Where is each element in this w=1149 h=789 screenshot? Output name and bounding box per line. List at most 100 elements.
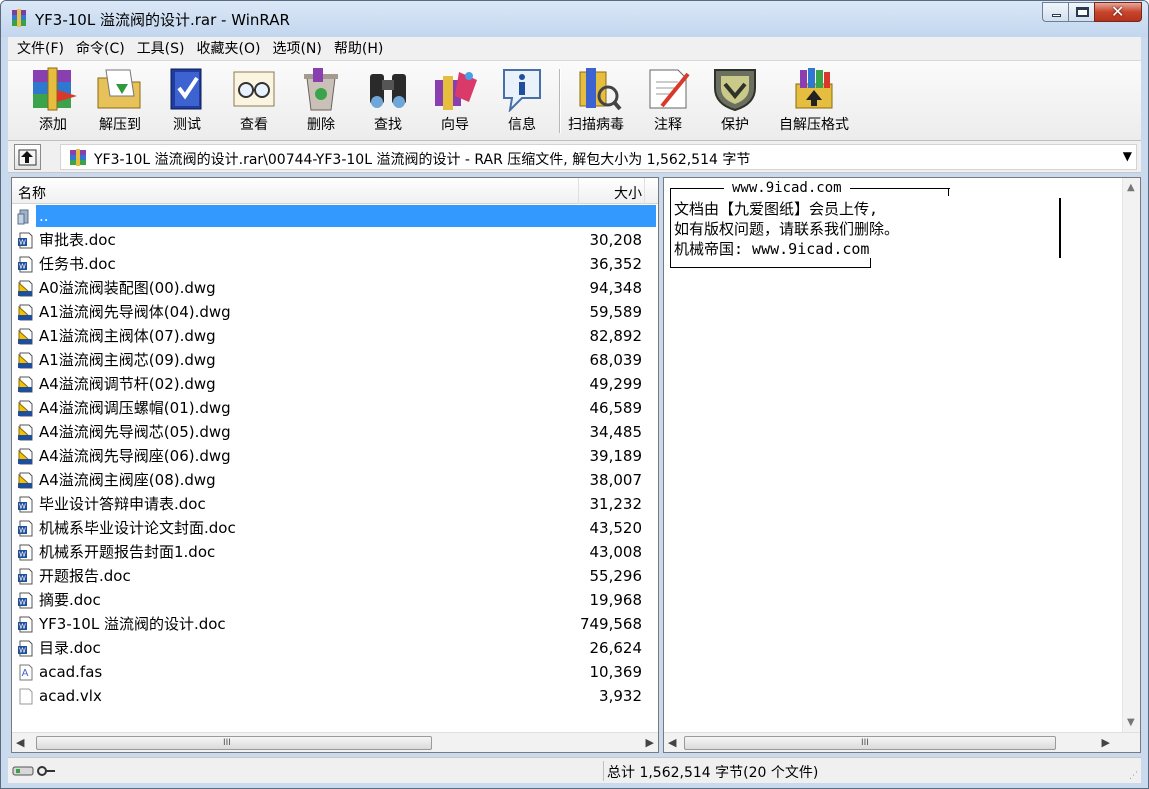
file-row[interactable]: W 目录.doc 26,624	[12, 636, 658, 660]
file-row[interactable]: W 机械系毕业设计论文封面.doc 43,520	[12, 516, 658, 540]
file-row[interactable]: A4溢流阀主阀座(08).dwg 38,007	[12, 468, 658, 492]
svg-text:W: W	[19, 599, 26, 607]
file-list-horizontal-scrollbar[interactable]: ◀ III ▶	[12, 732, 658, 752]
extract-button[interactable]: 解压到	[88, 63, 152, 137]
delete-button[interactable]: 删除	[289, 63, 353, 137]
doc-icon: W	[18, 520, 33, 537]
file-size: 26,624	[589, 639, 643, 657]
file-name: A1溢流阀主阀芯(09).dwg	[39, 351, 216, 369]
winrar-app-icon[interactable]	[10, 9, 28, 27]
drive-key-icon[interactable]	[12, 764, 56, 778]
file-row[interactable]: A1溢流阀先导阀体(04).dwg 59,589	[12, 300, 658, 324]
comment-label: 注释	[654, 117, 682, 133]
maximize-button[interactable]	[1068, 2, 1095, 22]
file-name: acad.vlx	[39, 687, 102, 705]
resize-grip-icon[interactable]: ⋰	[1129, 771, 1138, 781]
svg-text:W: W	[19, 575, 26, 583]
chevron-down-icon[interactable]: ▼	[1123, 149, 1132, 163]
scrollbar-thumb[interactable]: III	[684, 736, 1056, 750]
file-row[interactable]: W 审批表.doc 30,208	[12, 228, 658, 252]
view-button[interactable]: 查看	[222, 63, 286, 137]
selection-highlight	[36, 205, 656, 227]
info-button[interactable]: 信息	[490, 63, 554, 137]
close-icon: ✕	[1111, 2, 1125, 21]
column-divider[interactable]	[578, 178, 579, 204]
minimize-button[interactable]	[1042, 2, 1069, 22]
menu-help[interactable]: 帮助(H)	[328, 37, 389, 61]
file-row[interactable]: A0溢流阀装配图(00).dwg 94,348	[12, 276, 658, 300]
menu-favorites[interactable]: 收藏夹(O)	[191, 37, 267, 61]
svg-text:W: W	[19, 623, 26, 631]
menu-file[interactable]: 文件(F)	[11, 37, 70, 61]
scroll-right-icon[interactable]: ▶	[1102, 736, 1110, 749]
title-bar[interactable]: YF3-10L 溢流阀的设计.rar - WinRAR ✕	[1, 1, 1148, 37]
file-row[interactable]: W 开题报告.doc 55,296	[12, 564, 658, 588]
delete-bin-icon	[304, 68, 338, 111]
scroll-right-icon[interactable]: ▶	[646, 736, 654, 749]
menu-tools[interactable]: 工具(S)	[131, 37, 191, 61]
scan-button[interactable]: 扫描病毒	[564, 63, 628, 137]
scrollbar-thumb[interactable]: III	[36, 736, 432, 750]
file-row[interactable]: A4溢流阀调压螺帽(01).dwg 46,589	[12, 396, 658, 420]
comment-text-area[interactable]: www.9icad.com 文档由【九爱图纸】会员上传, 如有版权问题，请联系我…	[664, 178, 1122, 732]
doc-icon: W	[18, 568, 33, 585]
doc-icon: W	[18, 256, 33, 273]
comment-horizontal-scrollbar[interactable]: ◀ III ▶	[664, 732, 1140, 752]
file-row[interactable]: A1溢流阀主阀芯(09).dwg 68,039	[12, 348, 658, 372]
file-size: 3,932	[599, 687, 642, 705]
file-row[interactable]: acad.vlx 3,932	[12, 684, 658, 708]
file-size: 30,208	[589, 231, 643, 249]
wizard-button[interactable]: 向导	[423, 63, 487, 137]
find-button[interactable]: 查找	[356, 63, 420, 137]
file-row[interactable]: Aacad.fas 10,369	[12, 660, 658, 684]
comment-line-2: 如有版权问题，请联系我们删除。	[674, 220, 900, 238]
file-row[interactable]: A4溢流阀先导阀座(06).dwg 39,189	[12, 444, 658, 468]
file-name: 开题报告.doc	[39, 567, 131, 585]
fas-file-icon: A	[19, 664, 33, 681]
doc-icon: W	[18, 496, 33, 513]
column-header-name[interactable]: 名称	[18, 183, 46, 203]
comment-button[interactable]: 注释	[636, 63, 700, 137]
scan-label: 扫描病毒	[568, 117, 624, 133]
file-row[interactable]: W 机械系开题报告封面1.doc 43,008	[12, 540, 658, 564]
menu-commands[interactable]: 命令(C)	[70, 37, 131, 61]
test-button[interactable]: 测试	[155, 63, 219, 137]
archive-comment-panel: www.9icad.com 文档由【九爱图纸】会员上传, 如有版权问题，请联系我…	[663, 177, 1141, 753]
scroll-up-icon[interactable]: ▲	[1127, 182, 1135, 193]
file-row[interactable]: A1溢流阀主阀体(07).dwg 82,892	[12, 324, 658, 348]
sfx-button[interactable]: 自解压格式	[774, 63, 854, 137]
comment-site-url: www.9icad.com	[724, 180, 850, 196]
wizard-label: 向导	[441, 117, 469, 133]
archive-path-field[interactable]: YF3-10L 溢流阀的设计.rar\00744-YF3-10L 溢流阀的设计 …	[60, 144, 1137, 170]
file-name: A4溢流阀先导阀座(06).dwg	[39, 447, 231, 465]
doc-icon: W	[18, 616, 33, 633]
comment-frame-gap	[871, 266, 953, 270]
column-header-size[interactable]: 大小	[614, 183, 642, 203]
file-row[interactable]: W 毕业设计答辩申请表.doc 31,232	[12, 492, 658, 516]
file-size: 19,968	[589, 591, 643, 609]
file-row[interactable]: A4溢流阀先导阀芯(05).dwg 34,485	[12, 420, 658, 444]
add-label: 添加	[39, 117, 67, 133]
file-row[interactable]: W 摘要.doc 19,968	[12, 588, 658, 612]
file-row[interactable]: W YF3-10L 溢流阀的设计.doc 749,568	[12, 612, 658, 636]
protect-button[interactable]: 保护	[703, 63, 767, 137]
file-size: 94,348	[589, 279, 643, 297]
file-row[interactable]: W 任务书.doc 36,352	[12, 252, 658, 276]
file-name: 审批表.doc	[39, 231, 116, 249]
file-name: 机械系开题报告封面1.doc	[39, 543, 216, 561]
column-divider[interactable]	[644, 178, 645, 204]
info-icon	[503, 69, 541, 112]
scroll-left-icon[interactable]: ◀	[668, 736, 676, 749]
menu-options[interactable]: 选项(N)	[266, 37, 327, 61]
scroll-left-icon[interactable]: ◀	[16, 736, 24, 749]
close-button[interactable]: ✕	[1094, 2, 1142, 22]
add-button[interactable]: 添加	[21, 63, 85, 137]
up-folder-button[interactable]	[14, 144, 41, 170]
winrar-window: YF3-10L 溢流阀的设计.rar - WinRAR ✕ 文件(F) 命令(C…	[0, 0, 1149, 789]
file-row[interactable]: A4溢流阀调节杆(02).dwg 49,299	[12, 372, 658, 396]
svg-text:W: W	[19, 239, 26, 247]
comment-vertical-scrollbar[interactable]: ▲ ▼	[1122, 178, 1140, 732]
scroll-down-icon[interactable]: ▼	[1127, 717, 1135, 728]
file-row[interactable]: ..	[12, 204, 658, 228]
file-size: 43,008	[589, 543, 643, 561]
